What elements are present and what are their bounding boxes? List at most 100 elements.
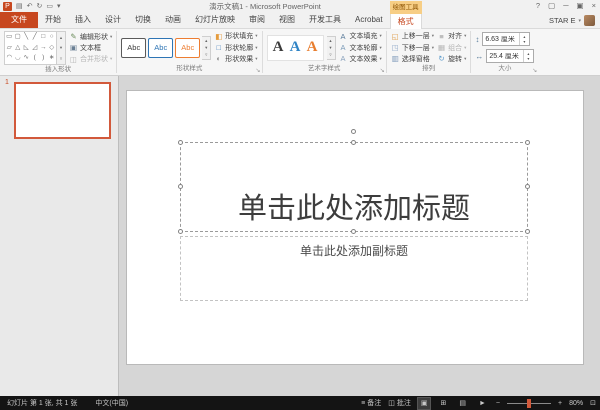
- tab-acrobat[interactable]: Acrobat: [348, 12, 390, 28]
- scroll-up-icon[interactable]: ▴: [205, 38, 207, 43]
- rotate-handle[interactable]: [351, 129, 356, 134]
- start-slideshow-icon[interactable]: ▭: [46, 2, 53, 11]
- shape-icon[interactable]: (: [31, 53, 40, 64]
- resize-handle-bottom-left[interactable]: [178, 229, 183, 234]
- shape-icon[interactable]: ◿: [31, 43, 40, 54]
- resize-handle-bottom-right[interactable]: [525, 229, 530, 234]
- slideshow-view-button[interactable]: ►: [476, 398, 489, 409]
- wordart-preset-1[interactable]: A: [270, 39, 287, 56]
- tab-animations[interactable]: 动画: [158, 12, 188, 28]
- tab-review[interactable]: 审阅: [242, 12, 272, 28]
- group-button[interactable]: ▦ 组合 ▾: [437, 42, 466, 53]
- restore-icon[interactable]: ▣: [577, 1, 584, 10]
- shape-style-scroll[interactable]: ▴ ▾ ▿: [202, 36, 211, 60]
- slide-surface[interactable]: 单击此处添加标题 单击此处添加副标题: [126, 90, 584, 365]
- shape-width-input[interactable]: [487, 53, 523, 60]
- shape-gallery-grid[interactable]: ▭ ▢ ╲ ╱ □ ○ ▱ △ ◺ ◿ → ◇ ◠ ◡ ∿ ( ): [4, 31, 57, 65]
- close-icon[interactable]: ×: [592, 1, 596, 10]
- wordart-preset-2[interactable]: A: [287, 39, 304, 56]
- tab-view[interactable]: 视图: [272, 12, 302, 28]
- shape-icon[interactable]: ◺: [22, 43, 31, 54]
- dialog-launcher-icon[interactable]: ↘: [532, 68, 537, 74]
- shape-icon[interactable]: ▱: [5, 43, 14, 54]
- wordart-style-scroll[interactable]: ▴ ▾ ▿: [327, 36, 336, 60]
- shape-icon[interactable]: ◇: [48, 43, 57, 54]
- shape-style-preset-2[interactable]: Abc: [148, 38, 173, 58]
- gallery-more-icon[interactable]: ▿: [329, 52, 331, 57]
- save-icon[interactable]: ▤: [16, 2, 23, 11]
- tab-insert[interactable]: 插入: [68, 12, 98, 28]
- shape-height-input[interactable]: [483, 36, 519, 43]
- shape-icon[interactable]: ▢: [14, 32, 23, 43]
- scroll-down-icon[interactable]: ▾: [60, 45, 62, 50]
- bring-forward-button[interactable]: ◱ 上移一层 ▾: [391, 31, 434, 42]
- fit-to-window-icon[interactable]: ⊡: [590, 399, 596, 407]
- scroll-up-icon[interactable]: ▴: [60, 35, 62, 40]
- normal-view-button[interactable]: ▣: [418, 398, 431, 409]
- language-indicator[interactable]: 中文(中国): [95, 398, 128, 408]
- zoom-slider-thumb[interactable]: [527, 399, 531, 408]
- shape-icon[interactable]: ∿: [22, 53, 31, 64]
- edit-shape-button[interactable]: ✎ 编辑形状 ▾: [69, 31, 112, 42]
- minimize-icon[interactable]: ─: [563, 1, 568, 10]
- shape-effects-button[interactable]: ◐ 形状效果 ▾: [214, 54, 257, 65]
- notes-button[interactable]: ≡ 备注: [361, 398, 381, 408]
- align-button[interactable]: ≡ 对齐 ▾: [437, 31, 466, 42]
- spin-down-icon[interactable]: ▾: [520, 39, 528, 44]
- shape-icon[interactable]: ○: [48, 32, 57, 43]
- shape-style-preset-1[interactable]: Abc: [121, 38, 146, 58]
- resize-handle-middle-right[interactable]: [525, 184, 530, 189]
- shape-icon[interactable]: →: [39, 43, 48, 54]
- scroll-up-icon[interactable]: ▴: [329, 38, 331, 43]
- text-outline-button[interactable]: A 文本轮廓 ▾: [339, 42, 382, 53]
- shape-gallery-scroll[interactable]: ▴ ▾ ▿: [57, 31, 66, 65]
- shape-fill-button[interactable]: ◧ 形状填充 ▾: [214, 31, 257, 42]
- shape-width-field[interactable]: ▴ ▾: [486, 49, 534, 63]
- zoom-out-icon[interactable]: −: [496, 400, 500, 407]
- text-effects-button[interactable]: A 文本效果 ▾: [339, 54, 382, 65]
- merge-shapes-button[interactable]: ◫ 合并形状 ▾: [69, 54, 112, 65]
- slide-thumbnail-1[interactable]: [14, 82, 111, 139]
- gallery-more-icon[interactable]: ▿: [205, 52, 207, 57]
- undo-icon[interactable]: ↶: [27, 2, 33, 11]
- subtitle-placeholder[interactable]: 单击此处添加副标题: [180, 236, 528, 301]
- zoom-level[interactable]: 80%: [569, 400, 583, 407]
- shape-style-preset-3[interactable]: Abc: [175, 38, 200, 58]
- shape-icon[interactable]: □: [39, 32, 48, 43]
- redo-icon[interactable]: ↻: [37, 2, 43, 11]
- shape-height-field[interactable]: ▴ ▾: [482, 32, 530, 46]
- send-backward-button[interactable]: ◳ 下移一层 ▾: [391, 42, 434, 53]
- gallery-more-icon[interactable]: ▿: [60, 56, 62, 61]
- reading-view-button[interactable]: ▤: [456, 398, 469, 409]
- rotate-button[interactable]: ↻ 旋转 ▾: [437, 54, 466, 65]
- spin-down-icon[interactable]: ▾: [524, 56, 532, 61]
- shape-icon[interactable]: ◠: [5, 53, 14, 64]
- dialog-launcher-icon[interactable]: ↘: [256, 68, 261, 74]
- zoom-slider[interactable]: [507, 399, 551, 408]
- tab-file[interactable]: 文件: [0, 12, 38, 28]
- customize-qat-icon[interactable]: ▾: [57, 2, 61, 11]
- account-area[interactable]: STAR E ▾: [549, 15, 595, 26]
- resize-handle-top-left[interactable]: [178, 140, 183, 145]
- ribbon-display-options-icon[interactable]: ▢: [548, 1, 555, 10]
- shape-icon[interactable]: ): [39, 53, 48, 64]
- scroll-down-icon[interactable]: ▾: [329, 45, 331, 50]
- shape-outline-button[interactable]: □ 形状轮廓 ▾: [214, 42, 257, 53]
- shape-icon[interactable]: ╲: [22, 32, 31, 43]
- title-placeholder[interactable]: 单击此处添加标题: [180, 142, 528, 232]
- shape-icon[interactable]: ∗: [48, 53, 57, 64]
- text-fill-button[interactable]: A 文本填充 ▾: [339, 31, 382, 42]
- resize-handle-bottom-center[interactable]: [351, 229, 356, 234]
- resize-handle-top-center[interactable]: [351, 140, 356, 145]
- tab-transitions[interactable]: 切换: [128, 12, 158, 28]
- tab-home[interactable]: 开始: [38, 12, 68, 28]
- shape-icon[interactable]: △: [14, 43, 23, 54]
- tab-design[interactable]: 设计: [98, 12, 128, 28]
- help-icon[interactable]: ?: [536, 1, 540, 10]
- dialog-launcher-icon[interactable]: ↘: [380, 68, 385, 74]
- resize-handle-middle-left[interactable]: [178, 184, 183, 189]
- shape-icon[interactable]: ◡: [14, 53, 23, 64]
- zoom-in-icon[interactable]: +: [558, 400, 562, 407]
- tab-format-active[interactable]: 绘图工具 格式: [390, 13, 422, 29]
- wordart-preset-3[interactable]: A: [304, 39, 321, 56]
